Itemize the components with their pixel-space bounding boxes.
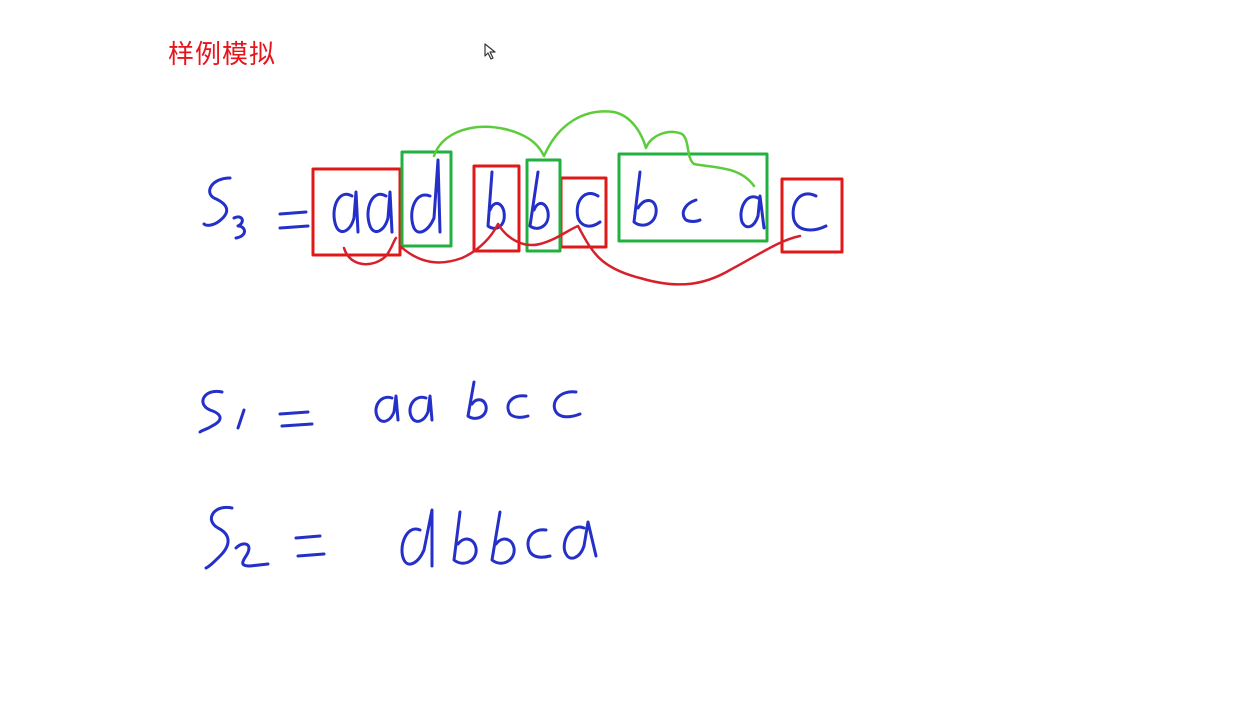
s3-char-b [632, 170, 658, 227]
s3-letter-s [202, 176, 232, 227]
s2-equals [294, 534, 326, 558]
s3-char-b [486, 170, 506, 230]
s2-char-a [562, 520, 598, 560]
green-box [617, 152, 769, 243]
handwriting-board [198, 110, 844, 570]
s3-char-b [528, 170, 550, 230]
s3-char-a [739, 194, 766, 230]
green-arc [432, 110, 756, 188]
s1-subscript-1 [236, 408, 246, 430]
s3-char-a [332, 190, 360, 234]
s3-char-c [575, 192, 602, 228]
s1-char-a [408, 394, 434, 423]
s2-char-d [400, 508, 434, 568]
s1-letter-s [198, 389, 224, 434]
s1-handwriting [198, 380, 582, 434]
s2-handwriting [204, 505, 598, 570]
s3-char-a [366, 190, 394, 234]
red-arc [342, 222, 802, 286]
s2-char-c [526, 528, 552, 559]
s3-char-c [681, 198, 702, 223]
s2-char-b [452, 510, 478, 565]
s3-subscript-3 [232, 215, 246, 240]
s1-char-c [506, 394, 530, 419]
green-box [400, 150, 453, 248]
s1-equals [278, 410, 314, 428]
s3-char-c [791, 192, 828, 232]
s3-equals [278, 210, 310, 230]
s2-subscript-2 [234, 542, 270, 568]
s3-char-d [410, 158, 442, 234]
red-box [780, 177, 844, 254]
s1-char-c [552, 390, 582, 419]
s1-char-b [466, 380, 488, 420]
s2-letter-s [204, 505, 234, 570]
s2-char-b [490, 510, 516, 565]
s1-char-a [374, 394, 400, 423]
